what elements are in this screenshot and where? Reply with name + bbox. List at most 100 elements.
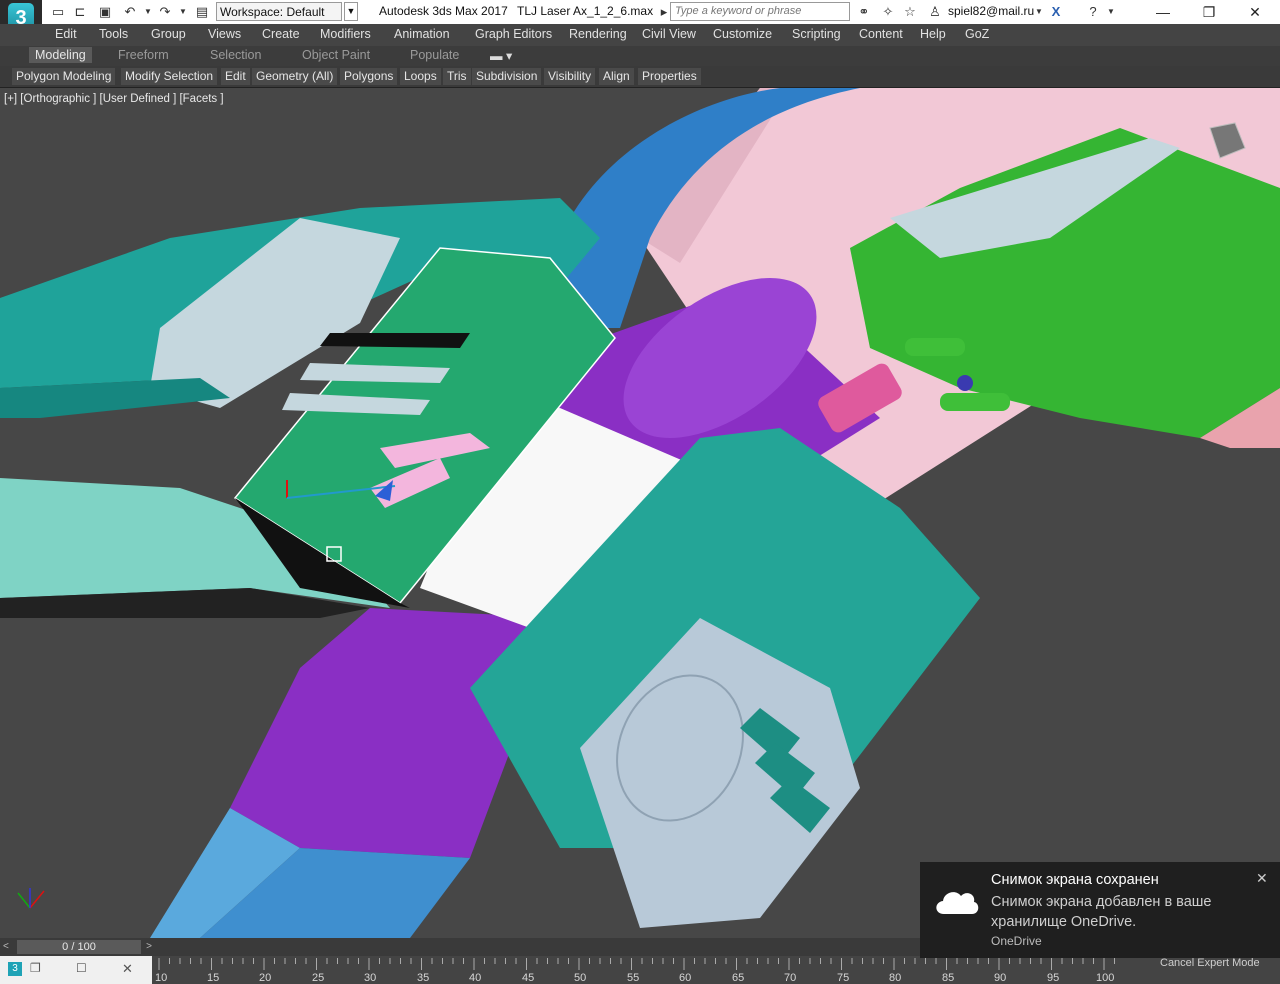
tab-selection[interactable]: Selection xyxy=(210,48,261,62)
close-window-icon[interactable]: ✕ xyxy=(122,961,133,977)
restore-window-icon[interactable]: ❐ xyxy=(30,961,41,975)
menu-content[interactable]: Content xyxy=(859,27,903,41)
tick-label: 20 xyxy=(259,972,272,984)
time-prev-icon[interactable]: < xyxy=(3,941,13,953)
tick-label: 40 xyxy=(469,972,482,984)
favorites-star-icon[interactable]: ☆ xyxy=(902,4,918,20)
tab-populate[interactable]: Populate xyxy=(410,48,459,62)
subscription-icon[interactable]: ✧ xyxy=(880,4,896,20)
menu-views[interactable]: Views xyxy=(208,27,241,41)
minimize-button[interactable]: — xyxy=(1140,0,1186,24)
undo-icon[interactable]: ↶ xyxy=(122,4,138,20)
scene-render[interactable] xyxy=(0,88,1280,938)
maxscript-icon[interactable]: 3 xyxy=(8,962,22,976)
time-slider: < 0 / 100 > xyxy=(0,938,920,956)
loops-button[interactable]: Loops xyxy=(400,68,441,85)
time-next-icon[interactable]: > xyxy=(143,940,155,954)
geometry-all-button[interactable]: Geometry (All) xyxy=(252,68,338,85)
binoculars-icon[interactable]: ⚭ xyxy=(856,4,872,20)
menu-graph-editors[interactable]: Graph Editors xyxy=(475,27,552,41)
menu-goz[interactable]: GoZ xyxy=(965,27,989,41)
ribbon-panel: Polygon Modeling Modify Selection Edit G… xyxy=(0,66,1280,88)
tick-label: 75 xyxy=(837,972,850,984)
cancel-expert-mode-button[interactable]: Cancel Expert Mode xyxy=(1160,957,1260,969)
workspace-chevron-icon[interactable]: ▼ xyxy=(344,2,358,21)
menu-animation[interactable]: Animation xyxy=(394,27,450,41)
menu-create[interactable]: Create xyxy=(262,27,300,41)
tick-label: 45 xyxy=(522,972,535,984)
notification-title: Снимок экрана сохранен xyxy=(991,872,1159,888)
tick-label: 10 xyxy=(155,972,168,984)
notification-source: OneDrive xyxy=(991,934,1042,948)
notification-body: Снимок экрана добавлен в ваше хранилище … xyxy=(991,894,1212,930)
visibility-button[interactable]: Visibility xyxy=(544,68,596,85)
tick-label: 30 xyxy=(364,972,377,984)
user-dropdown-icon[interactable]: ▼ xyxy=(1031,4,1047,20)
redo-icon[interactable]: ↷ xyxy=(157,4,173,20)
onedrive-notification[interactable]: Снимок экрана сохранен Снимок экрана доб… xyxy=(920,862,1280,958)
edit-button[interactable]: Edit xyxy=(221,68,250,85)
menu-modifiers[interactable]: Modifiers xyxy=(320,27,371,41)
tick-label: 55 xyxy=(627,972,640,984)
save-icon[interactable]: ▣ xyxy=(97,4,113,20)
tick-label: 25 xyxy=(312,972,325,984)
user-icon[interactable]: ♙ xyxy=(927,4,943,20)
menu-scripting[interactable]: Scripting xyxy=(792,27,841,41)
tick-label: 35 xyxy=(417,972,430,984)
bottom-bar: 3 ❐ ☐ ✕ 10 15 20 25 30 35 40 45 50 55 60… xyxy=(0,956,1280,984)
ribbon-options-icon[interactable]: ▬ ▾ xyxy=(490,48,512,63)
search-input[interactable]: Type a keyword or phrase xyxy=(670,2,850,21)
app-title: Autodesk 3ds Max 2017 xyxy=(379,4,508,18)
help-dropdown-icon[interactable]: ▼ xyxy=(1103,4,1119,20)
tab-object-paint[interactable]: Object Paint xyxy=(302,48,370,62)
restore-button[interactable]: ❐ xyxy=(1186,0,1232,24)
menu-customize[interactable]: Customize xyxy=(713,27,772,41)
time-slider-thumb[interactable]: 0 / 100 xyxy=(17,940,141,954)
tick-label: 90 xyxy=(994,972,1007,984)
align-button[interactable]: Align xyxy=(599,68,634,85)
menu-edit[interactable]: Edit xyxy=(55,27,77,41)
project-folder-icon[interactable]: ▤ xyxy=(194,4,210,20)
tick-label: 80 xyxy=(889,972,902,984)
mini-listener-area: 3 ❐ ☐ ✕ xyxy=(0,956,152,984)
workspace-dropdown[interactable]: Workspace: Default xyxy=(216,2,342,21)
open-file-icon[interactable]: ⊏ xyxy=(72,4,88,20)
close-icon[interactable]: ✕ xyxy=(1256,870,1268,887)
modify-selection-button[interactable]: Modify Selection xyxy=(121,68,218,85)
polygon-modeling-button[interactable]: Polygon Modeling xyxy=(12,68,116,85)
timeline-ruler[interactable]: 10 15 20 25 30 35 40 45 50 55 60 65 70 7… xyxy=(152,956,1280,984)
tick-label: 100 xyxy=(1096,972,1115,984)
properties-button[interactable]: Properties xyxy=(638,68,701,85)
file-title: TLJ Laser Ax_1_2_6.max xyxy=(517,4,654,18)
tab-freeform[interactable]: Freeform xyxy=(118,48,169,62)
tick-label: 85 xyxy=(942,972,955,984)
menu-group[interactable]: Group xyxy=(151,27,186,41)
tick-label: 70 xyxy=(784,972,797,984)
tris-button[interactable]: Tris xyxy=(443,68,471,85)
tick-label: 65 xyxy=(732,972,745,984)
menu-rendering[interactable]: Rendering xyxy=(569,27,627,41)
cloud-icon xyxy=(936,892,979,914)
menu-tools[interactable]: Tools xyxy=(99,27,128,41)
ribbon-tabs: Modeling Freeform Selection Object Paint… xyxy=(0,46,1280,66)
tick-label: 15 xyxy=(207,972,220,984)
maximize-window-icon[interactable]: ☐ xyxy=(76,961,87,975)
tick-label: 95 xyxy=(1047,972,1060,984)
exchange-apps-icon[interactable]: X xyxy=(1048,4,1064,20)
undo-dropdown-icon[interactable]: ▼ xyxy=(140,4,156,20)
help-icon[interactable]: ? xyxy=(1085,4,1101,20)
tick-label: 50 xyxy=(574,972,587,984)
redo-dropdown-icon[interactable]: ▼ xyxy=(175,4,191,20)
viewport-label[interactable]: [+] [Orthographic ] [User Defined ] [Fac… xyxy=(4,93,224,105)
tick-label: 60 xyxy=(679,972,692,984)
new-file-icon[interactable]: ▭ xyxy=(50,4,66,20)
tab-modeling[interactable]: Modeling xyxy=(29,47,92,63)
close-button[interactable]: ✕ xyxy=(1232,0,1278,24)
polygons-button[interactable]: Polygons xyxy=(340,68,398,85)
user-account[interactable]: spiel82@mail.ru xyxy=(948,4,1034,18)
viewport-orthographic[interactable]: [+] [Orthographic ] [User Defined ] [Fac… xyxy=(0,88,1280,938)
menu-civil-view[interactable]: Civil View xyxy=(642,27,696,41)
subdivision-button[interactable]: Subdivision xyxy=(472,68,542,85)
menu-help[interactable]: Help xyxy=(920,27,946,41)
menu-bar: Edit Tools Group Views Create Modifiers … xyxy=(0,24,1280,46)
